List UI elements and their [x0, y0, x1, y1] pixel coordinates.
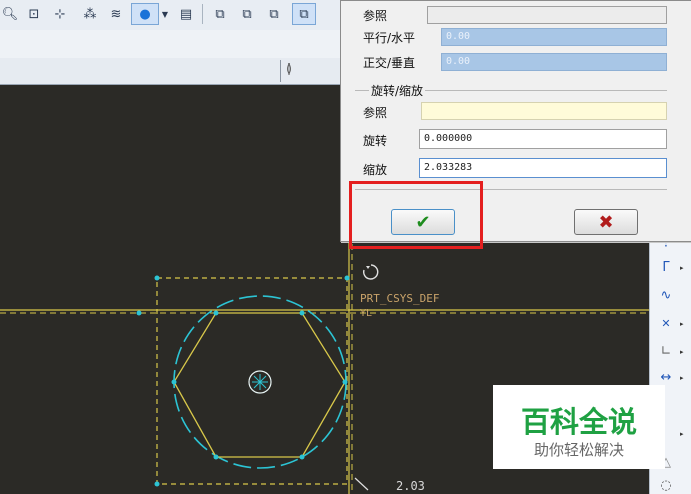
toolbar-separator [202, 4, 203, 24]
point-tool-icon[interactable]: ✕ [656, 316, 676, 332]
rotate-label: 旋转 [363, 134, 388, 148]
no-hidden-icon[interactable]: ⧉ [264, 3, 284, 25]
orthogonal-input[interactable]: 0.00 [441, 53, 667, 71]
expand-arrow-icon[interactable]: ▸ [680, 348, 684, 356]
orthogonal-label: 正交/垂直 [363, 56, 416, 70]
layer-icon[interactable]: ≋ [106, 3, 126, 25]
close-icon: ✖ [598, 211, 614, 233]
wireframe-icon[interactable]: ⧉ [210, 3, 230, 25]
watermark: 百科全说 助你轻松解决 [493, 385, 665, 469]
strip-separator [280, 60, 281, 82]
scale-dimension-label: 2.03 [396, 479, 425, 493]
parallel-input[interactable]: 0.00 [441, 28, 667, 46]
strip-indicator-icon[interactable]: ≬ [286, 62, 292, 77]
rotate-arrow-icon [366, 266, 370, 269]
rotate-handle [363, 264, 379, 280]
reference-field[interactable] [427, 6, 667, 24]
expand-arrow-icon[interactable]: ▸ [680, 374, 684, 382]
csys-label: PRT_CSYS_DEF [360, 292, 439, 305]
side-label: YL [360, 308, 372, 319]
corner-tool-icon[interactable]: Γ [656, 260, 676, 276]
dropdown-icon[interactable]: ▼ [159, 3, 171, 25]
scale-input[interactable]: 2.033283 [419, 158, 667, 178]
trim-tool-icon[interactable]: ◌ [656, 478, 676, 494]
move-handle-spokes [252, 374, 268, 390]
zoom-out-icon[interactable]: 🔍︎ [0, 3, 20, 25]
watermark-subtitle: 助你轻松解决 [533, 441, 624, 459]
spline-tool-icon[interactable]: ∿ [656, 288, 676, 304]
expand-arrow-icon[interactable]: ▸ [680, 430, 684, 438]
cancel-button[interactable]: ✖ [574, 209, 638, 235]
csys-icon[interactable]: ⊹ [50, 3, 70, 25]
scale-label: 缩放 [363, 163, 388, 177]
saved-view-icon[interactable]: ▤ [176, 3, 196, 25]
rotate-scale-group-title: 旋转/缩放 [369, 82, 426, 99]
ok-button-highlight [349, 181, 483, 249]
rotate-reference-field[interactable] [421, 102, 667, 120]
watermark-title: 百科全说 [520, 405, 637, 439]
hidden-line-icon[interactable]: ⧉ [237, 3, 257, 25]
parallel-label: 平行/水平 [363, 31, 416, 45]
expand-arrow-icon[interactable]: ▸ [680, 264, 684, 272]
shaded-icon[interactable]: ⧉ [292, 3, 316, 25]
display-style-icon[interactable]: ● [131, 3, 159, 25]
selection-bounding-box [156, 277, 348, 485]
point-icon[interactable]: ⁂ [80, 3, 100, 25]
dimension-tool-icon[interactable]: ↔ [656, 370, 676, 386]
expand-arrow-icon[interactable]: ▸ [680, 320, 684, 328]
reference-label-2: 参照 [363, 106, 388, 120]
zoom-window-icon[interactable]: ⊡ [24, 3, 44, 25]
rotate-input[interactable]: 0.000000 [419, 129, 667, 149]
reference-label: 参照 [363, 9, 388, 23]
offset-tool-icon[interactable]: ∟ [656, 344, 676, 360]
hexagon-vertices [136, 275, 350, 487]
scale-handle [354, 477, 369, 491]
